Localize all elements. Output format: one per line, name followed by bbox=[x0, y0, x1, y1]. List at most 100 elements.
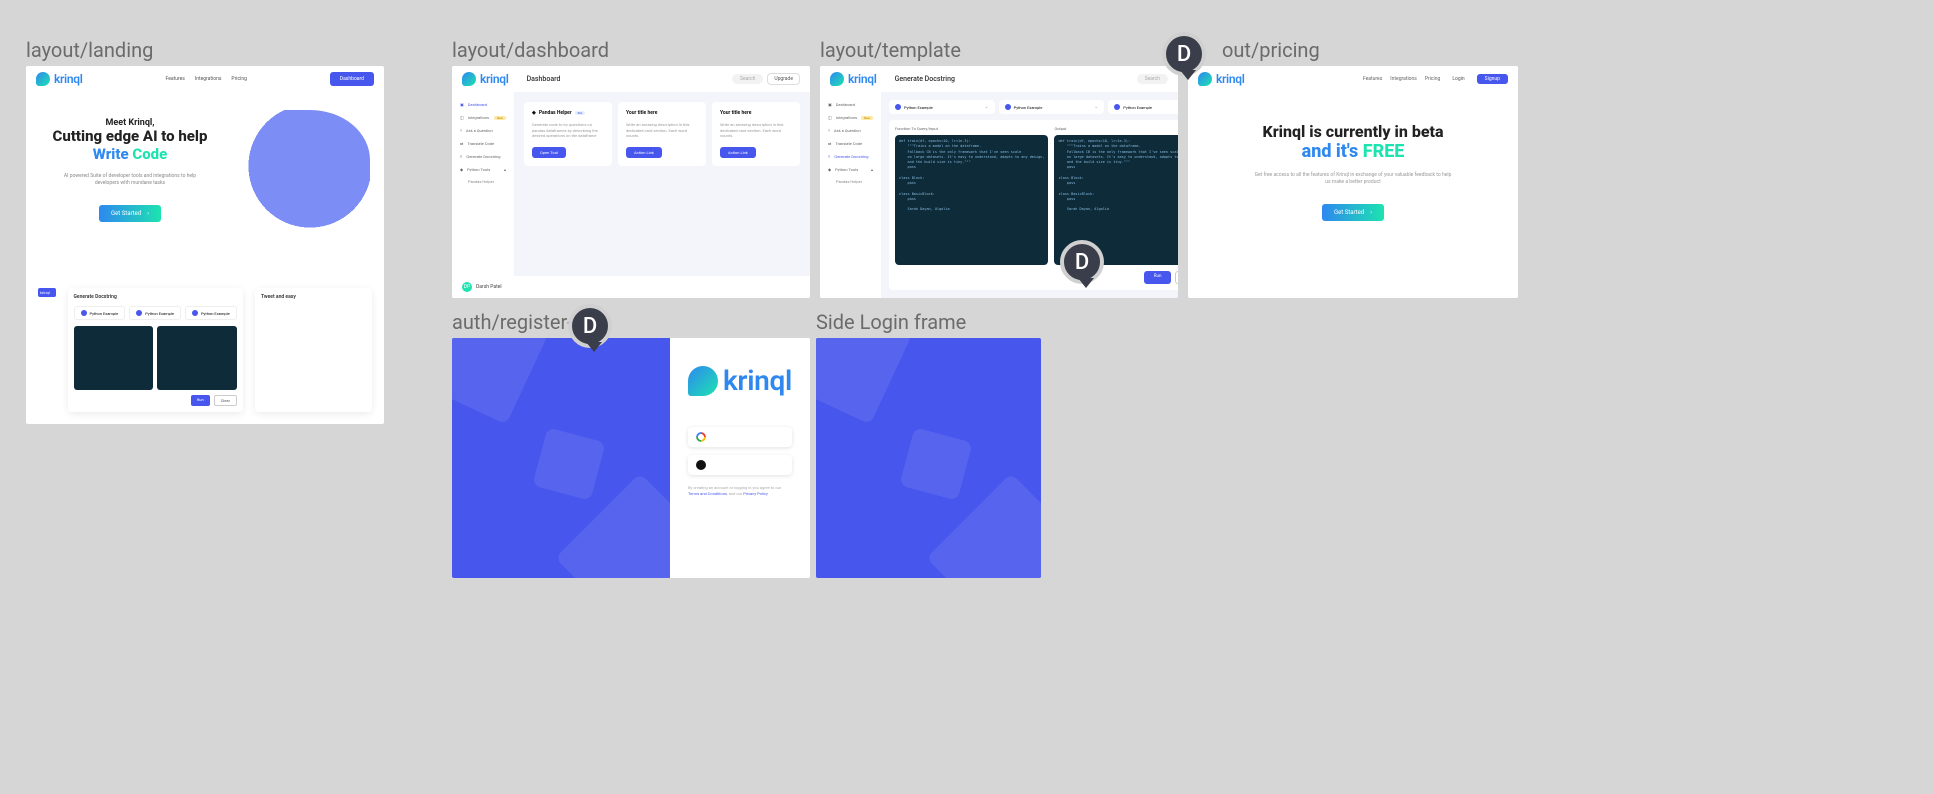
brand-icon bbox=[36, 72, 50, 86]
cube-icon: ◈ bbox=[532, 110, 536, 116]
run-button[interactable]: Run bbox=[1144, 271, 1172, 284]
frame-dashboard-label: layout/dashboard bbox=[452, 38, 810, 62]
frame-register[interactable]: auth/register- krinql By creating an acc… bbox=[452, 310, 810, 578]
clear-button[interactable]: Clear bbox=[1175, 271, 1178, 284]
mini-tweet-card: Tweet and easy bbox=[255, 288, 372, 412]
pricing-nav: krinql Features Integrations Pricing Log… bbox=[1188, 66, 1518, 92]
card-title: ◈Pandas HelperPro bbox=[532, 110, 604, 116]
frame-template[interactable]: layout/template krinql Generate Docstrin… bbox=[820, 38, 1178, 298]
template-main: ▣Dashboard ◫IntegrationsNew ?Ask a Quest… bbox=[820, 92, 1178, 298]
sidebar-item-pytools[interactable]: ◆Python Tools▴ bbox=[826, 163, 875, 176]
translate-icon: ⇄ bbox=[460, 141, 463, 146]
nav-features[interactable]: Features bbox=[1363, 76, 1382, 82]
example-pill-3[interactable]: Python Example⌄ bbox=[1108, 100, 1178, 114]
sidebar-item-translate[interactable]: ⇄Translate Code bbox=[458, 137, 508, 150]
footer-user-name: Darsh Patel bbox=[476, 284, 502, 290]
brand-logo[interactable]: krinql bbox=[36, 72, 83, 86]
sidebar-item-translate[interactable]: ⇄Translate Code bbox=[826, 137, 875, 150]
mini-card-title: Generate Docstring bbox=[74, 294, 237, 300]
collaborator-bubble-1[interactable]: D bbox=[1162, 32, 1206, 76]
brand-logo[interactable]: krinql bbox=[462, 72, 509, 86]
pricing-nav-links: Features Integrations Pricing bbox=[1363, 76, 1440, 82]
python-icon: ◆ bbox=[460, 167, 463, 172]
hero-write-code: Write Code bbox=[40, 145, 220, 163]
mini-pill-2[interactable]: Python Example bbox=[129, 306, 181, 320]
nav-integrations[interactable]: Integrations bbox=[195, 76, 222, 82]
dashboard-cards-grid: ◈Pandas HelperPro Generate code to try q… bbox=[514, 92, 810, 276]
dashboard-button[interactable]: Dashboard bbox=[330, 72, 374, 86]
frame-dashboard[interactable]: layout/dashboard krinql Dashboard Search… bbox=[452, 38, 810, 298]
sidebar-item-dashboard[interactable]: ▣Dashboard bbox=[826, 98, 875, 111]
get-started-button[interactable]: Get Started › bbox=[1322, 204, 1384, 221]
dashboard-body: krinql Dashboard Search Upgrade ▣Dashboa… bbox=[452, 66, 810, 298]
sidebar-item-docstring[interactable]: ≡Generate Docstring bbox=[458, 150, 508, 163]
frame-landing[interactable]: layout/landing krinql Features Integrati… bbox=[26, 38, 384, 424]
terms-link[interactable]: Terms and Conditions bbox=[688, 491, 727, 496]
search-input[interactable]: Search bbox=[732, 74, 763, 84]
sidebar-item-ask[interactable]: ?Ask a Question bbox=[458, 124, 508, 137]
run-button[interactable]: Run bbox=[191, 395, 210, 406]
upgrade-button[interactable]: Upgrade bbox=[767, 73, 800, 85]
dashboard-title: Dashboard bbox=[527, 75, 561, 83]
brand-text: krinql bbox=[1216, 72, 1245, 86]
register-right-panel: krinql By creating an account or logging… bbox=[670, 338, 810, 578]
code-block-input bbox=[74, 326, 154, 390]
brand-logo[interactable]: krinql bbox=[830, 72, 877, 86]
template-topbar: krinql Generate Docstring Search bbox=[820, 66, 1178, 92]
dot-icon bbox=[136, 310, 142, 316]
decor-shape bbox=[899, 427, 972, 500]
privacy-link[interactable]: Privacy Policy bbox=[743, 491, 768, 496]
brand-icon bbox=[688, 366, 718, 396]
hero-headline: Cutting edge AI to help bbox=[40, 128, 220, 145]
example-pill-2[interactable]: Python Example⌄ bbox=[999, 100, 1105, 114]
frame-pricing[interactable]: out/pricing krinql Features Integrations… bbox=[1188, 38, 1518, 298]
sidebar-item-dashboard[interactable]: ▣Dashboard bbox=[458, 98, 508, 111]
dash-card-3: Your title here Write an amazing descrip… bbox=[712, 102, 800, 166]
sidebar-item-integrations[interactable]: ◫IntegrationsNew bbox=[458, 111, 508, 124]
get-started-button[interactable]: Get Started › bbox=[99, 205, 161, 222]
brand-logo[interactable]: krinql bbox=[1198, 72, 1245, 86]
clear-button[interactable]: Clear bbox=[214, 395, 237, 406]
signup-button[interactable]: Signup bbox=[1477, 74, 1508, 84]
register-left-panel bbox=[452, 338, 670, 578]
landing-bottom: krinql Generate Docstring Python Example… bbox=[26, 276, 384, 424]
sidebar-item-docstring[interactable]: ≡Generate Docstring bbox=[826, 150, 875, 163]
nav-integrations[interactable]: Integrations bbox=[1390, 76, 1417, 82]
hero-section: Meet Krinql, Cutting edge AI to help Wri… bbox=[26, 92, 384, 276]
action-link-button[interactable]: Action Link bbox=[720, 147, 756, 158]
google-login-button[interactable] bbox=[688, 427, 792, 447]
collaborator-bubble-3[interactable]: D bbox=[568, 304, 612, 348]
template-footer-buttons: Run Clear bbox=[895, 271, 1178, 284]
nav-features[interactable]: Features bbox=[165, 76, 184, 82]
code-input-block[interactable]: def train(df, epochs=10, lr=1e-3): """Tr… bbox=[895, 135, 1048, 265]
login-button[interactable]: Login bbox=[1448, 74, 1468, 84]
example-pill-1[interactable]: Python Example⌄ bbox=[889, 100, 995, 114]
brand-text: krinql bbox=[848, 72, 877, 86]
sidebar-item-integrations[interactable]: ◫IntegrationsNew bbox=[826, 111, 875, 124]
nav-pricing[interactable]: Pricing bbox=[231, 76, 246, 82]
search-input[interactable]: Search bbox=[1137, 74, 1168, 84]
sidebar-item-pytools[interactable]: ◆Python Tools▴ bbox=[458, 163, 508, 176]
dot-icon bbox=[895, 104, 901, 110]
github-login-button[interactable] bbox=[688, 455, 792, 475]
chevron-up-icon: ▴ bbox=[871, 167, 873, 172]
brand-icon bbox=[462, 72, 476, 86]
template-title: Generate Docstring bbox=[895, 75, 955, 83]
mini-docstring-card: Generate Docstring Python Example Python… bbox=[68, 288, 243, 412]
brand-logo: krinql bbox=[688, 364, 792, 397]
nav-pricing[interactable]: Pricing bbox=[1425, 76, 1440, 82]
mini-pill-1[interactable]: Python Example bbox=[74, 306, 126, 320]
collaborator-bubble-2[interactable]: D bbox=[1060, 240, 1104, 284]
mini-pill-3[interactable]: Python Example bbox=[185, 306, 237, 320]
action-link-button[interactable]: Action Link bbox=[626, 147, 662, 158]
sidebar-item-ask[interactable]: ?Ask a Question bbox=[826, 124, 875, 137]
input-label: Function To Query/Input bbox=[895, 126, 1048, 131]
card-title: Your title here bbox=[626, 110, 698, 116]
sidebar-sub-pandas[interactable]: Pandas Helper bbox=[458, 176, 508, 187]
open-tool-button[interactable]: Open Tool bbox=[532, 147, 566, 158]
avatar[interactable]: DP bbox=[462, 282, 472, 292]
frame-side-login[interactable]: Side Login frame bbox=[816, 310, 1041, 578]
sidebar-sub-pandas[interactable]: Pandas Helper bbox=[826, 176, 875, 187]
frame-register-label: auth/register- bbox=[452, 310, 810, 334]
brand-text: krinql bbox=[480, 72, 509, 86]
